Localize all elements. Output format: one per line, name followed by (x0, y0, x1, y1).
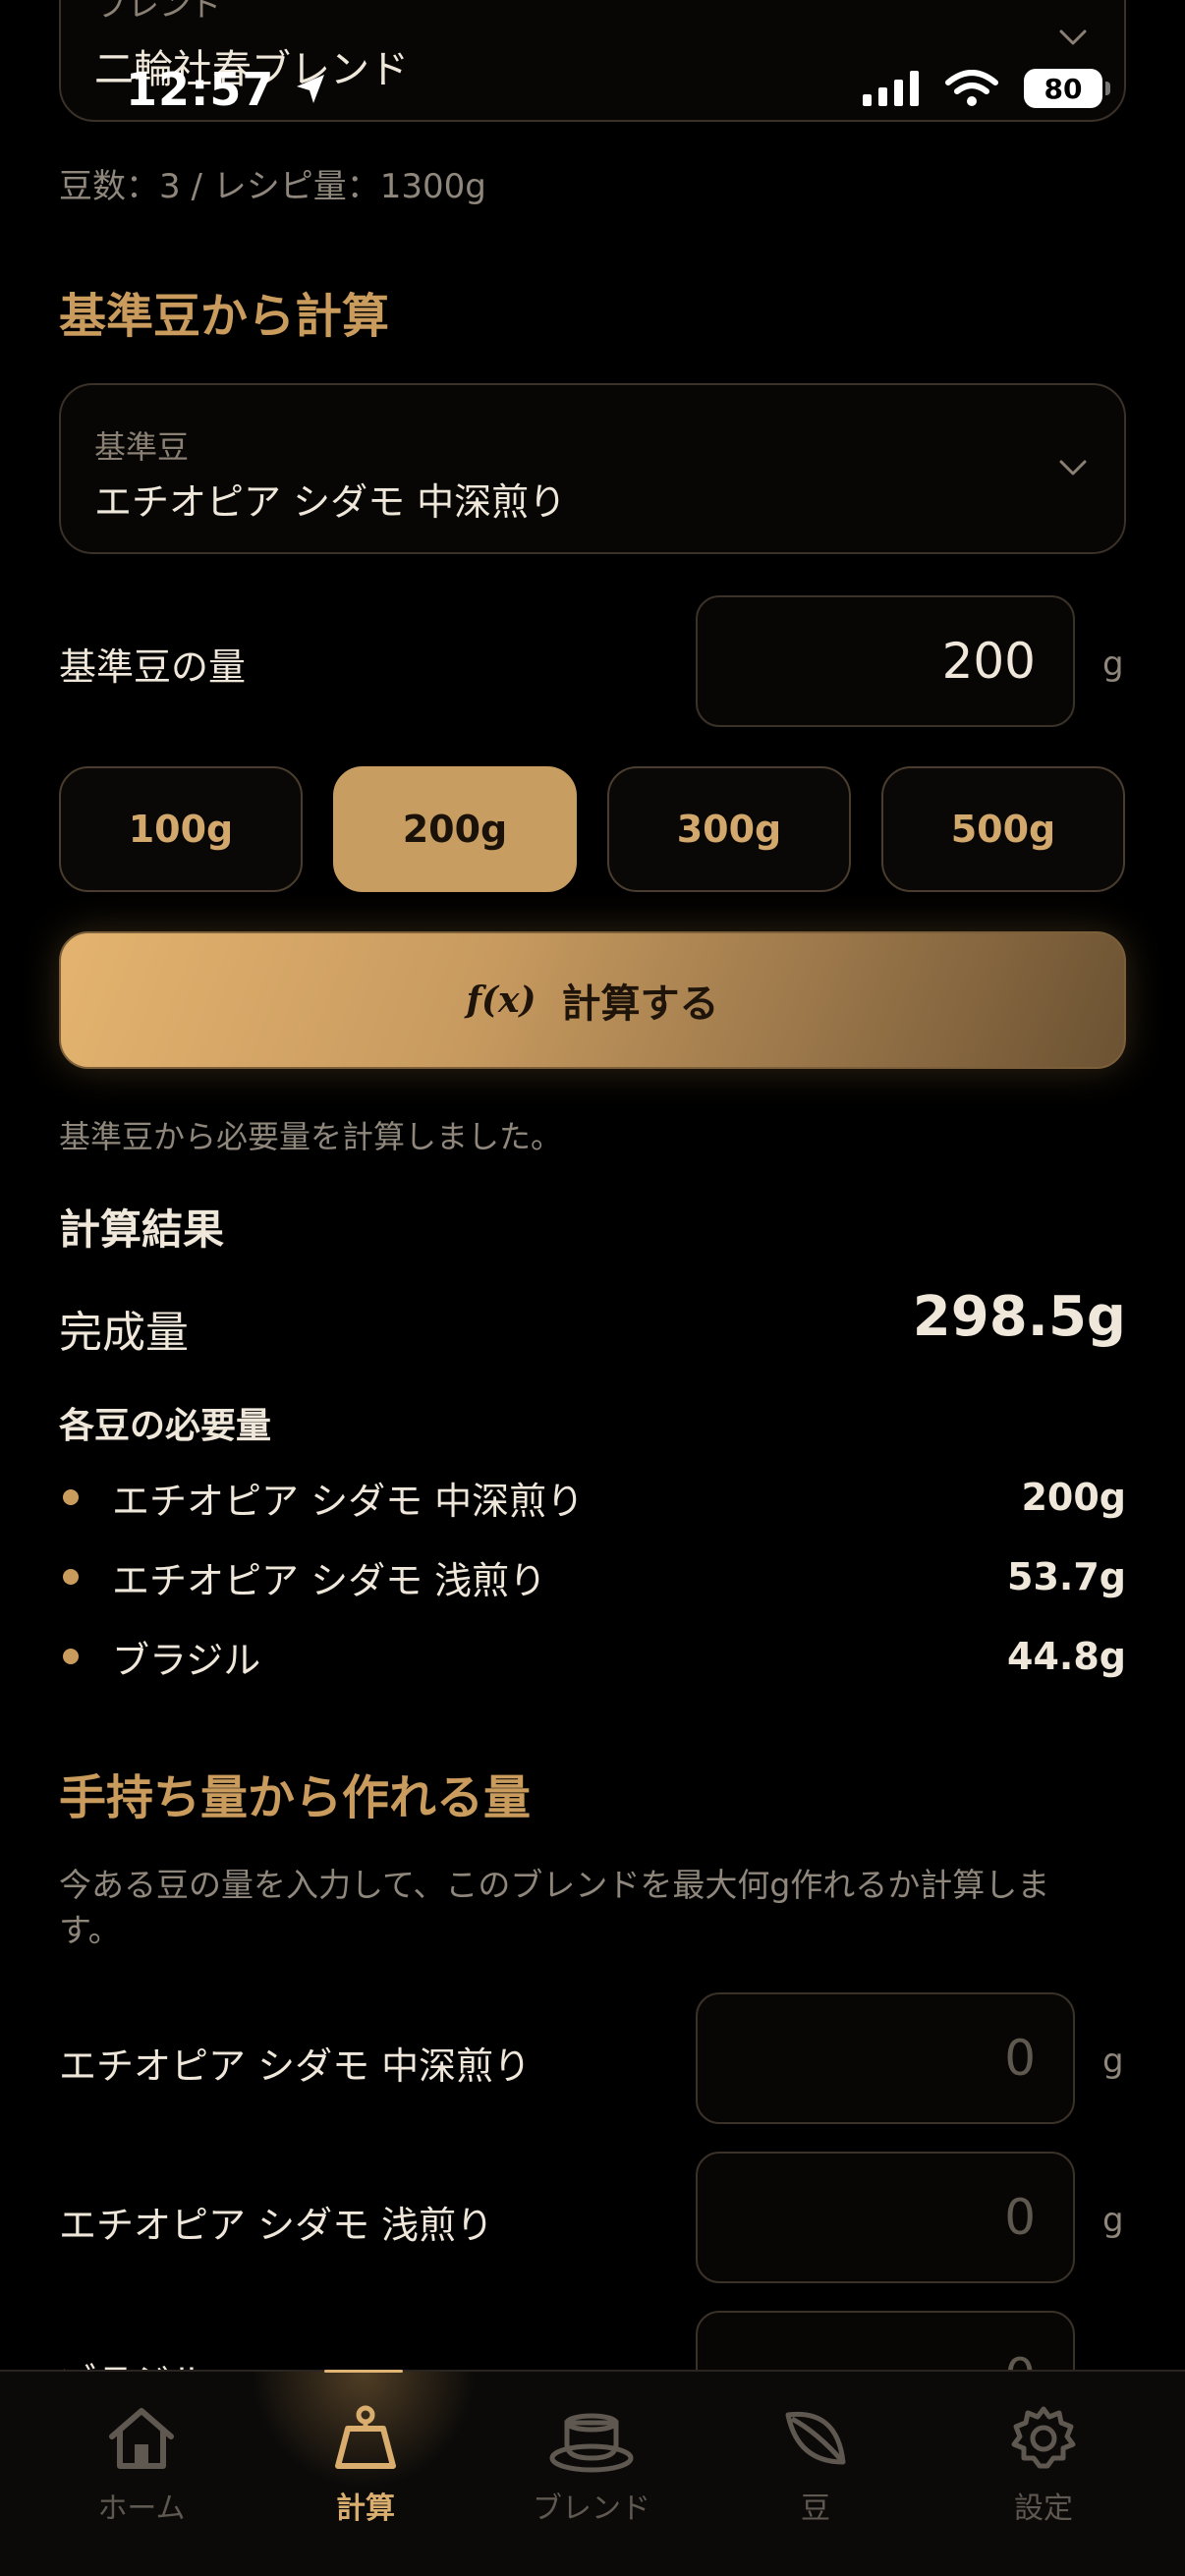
preset-chip-500g[interactable]: 500g (881, 766, 1125, 892)
tab-label: 設定 (1014, 2492, 1073, 2526)
preset-chip-200g[interactable]: 200g (333, 766, 577, 892)
tab-home[interactable]: ホーム (43, 2403, 240, 2541)
required-title: 各豆の必要量 (59, 1406, 272, 1446)
tab-beans[interactable]: 豆 (717, 2403, 914, 2541)
cellular-signal-icon (863, 71, 919, 106)
base-amount-label: 基準豆の量 (59, 645, 247, 689)
gear-icon (1011, 2406, 1076, 2469)
bean-required-amount: 200g (1021, 1476, 1126, 1519)
base-bean-select-label: 基準豆 (94, 428, 190, 466)
preset-chip-100g[interactable]: 100g (59, 766, 303, 892)
stock-calc-description: 今ある豆の量を入力して、このブレンドを最大何g作れるか計算します。 (59, 1866, 1050, 1949)
total-value: 298.5g (912, 1285, 1126, 1349)
status-indicators: 80 (863, 69, 1110, 108)
bean-name: エチオピア シダモ 中深煎り (112, 1479, 585, 1523)
chevron-down-icon (1059, 460, 1087, 476)
bean-name: ブラジル (112, 1638, 261, 1682)
home-icon (109, 2408, 174, 2469)
stock-amount-input[interactable]: 0 (696, 2152, 1075, 2283)
tab-label: ホーム (97, 2492, 186, 2526)
base-calc-title: 基準豆から計算 (59, 289, 390, 344)
leaf-icon (785, 2411, 846, 2465)
wifi-icon (945, 70, 998, 106)
list-item: エチオピア シダモ 浅煎り 53.7g (59, 1547, 1126, 1606)
calculate-button[interactable]: f(x) 計算する (59, 931, 1126, 1069)
status-time: 12:57 (126, 63, 330, 116)
calculate-button-label: 計算する (561, 981, 719, 1027)
tab-label: ブレンド (533, 2492, 650, 2526)
tab-calc[interactable]: 計算 (267, 2403, 464, 2541)
bullet-dot (63, 1649, 79, 1664)
function-icon: f(x) (466, 980, 536, 1021)
base-bean-select-value: エチオピア シダモ 中深煎り (94, 480, 567, 524)
cup-icon (549, 2413, 634, 2473)
calc-note: 基準豆から必要量を計算しました。 (59, 1118, 563, 1155)
tab-blend[interactable]: ブレンド (493, 2403, 690, 2541)
stock-amount-input[interactable]: 0 (696, 1992, 1075, 2124)
active-tab-indicator (324, 2370, 403, 2373)
scale-icon (335, 2405, 396, 2469)
bullet-dot (63, 1489, 79, 1505)
stock-bean-label: エチオピア シダモ 浅煎り (59, 2204, 494, 2247)
bean-required-amount: 53.7g (1007, 1555, 1126, 1598)
base-amount-unit: g (1102, 644, 1124, 684)
list-item: エチオピア シダモ 中深煎り 200g (59, 1468, 1126, 1527)
location-arrow-icon (297, 75, 325, 103)
tab-label: 計算 (336, 2492, 395, 2526)
tab-label: 豆 (801, 2492, 830, 2526)
chevron-down-icon (1059, 29, 1087, 45)
blend-select-label: ブレンド (96, 0, 223, 24)
blend-bean-info: 豆数：3 / レシピ量：1300g (59, 167, 486, 206)
total-label: 完成量 (59, 1308, 189, 1358)
stock-amount-unit: g (1102, 2042, 1124, 2081)
result-title: 計算結果 (59, 1205, 225, 1254)
stock-amount-unit: g (1102, 2201, 1124, 2240)
list-item: ブラジル 44.8g (59, 1627, 1126, 1686)
stock-bean-label: エチオピア シダモ 中深煎り (59, 2044, 532, 2088)
battery-indicator: 80 (1024, 69, 1110, 108)
bean-required-amount: 44.8g (1007, 1635, 1126, 1678)
stock-calc-title: 手持ち量から作れる量 (59, 1770, 532, 1825)
preset-chip-300g[interactable]: 300g (607, 766, 851, 892)
tab-settings[interactable]: 設定 (945, 2403, 1142, 2541)
base-bean-select[interactable] (59, 383, 1126, 554)
bullet-dot (63, 1569, 79, 1585)
base-amount-input[interactable]: 200 (696, 595, 1075, 727)
bean-name: エチオピア シダモ 浅煎り (112, 1558, 547, 1602)
